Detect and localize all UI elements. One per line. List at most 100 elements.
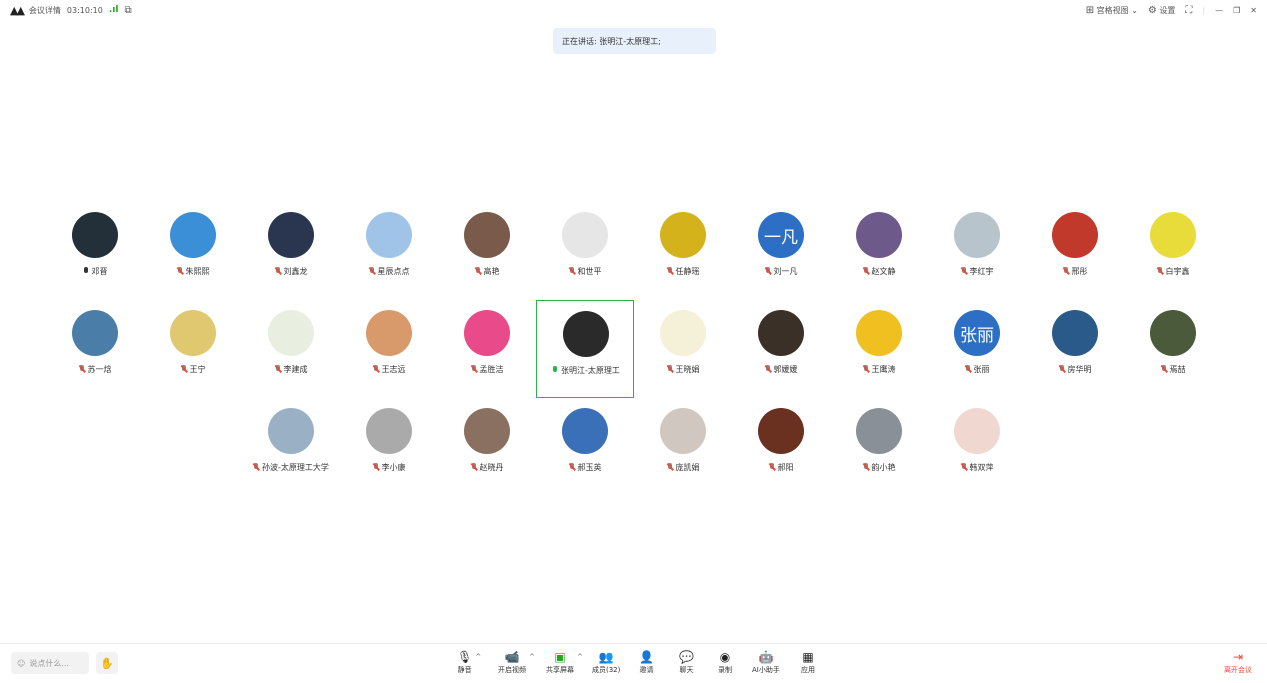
participant-name: 刘鑫龙 <box>283 267 308 276</box>
participant-tile[interactable]: 和世平 <box>536 202 634 300</box>
participant-tile[interactable]: 刘鑫龙 <box>242 202 340 300</box>
microphone-muted-icon <box>863 463 869 471</box>
participant-tile[interactable]: 房华明 <box>1026 300 1124 398</box>
camera-off-icon: 📹 <box>504 650 520 664</box>
participant-tile[interactable]: 郭媛媛 <box>732 300 830 398</box>
participant-tile[interactable]: 郝阳 <box>732 398 830 496</box>
microphone-muted-icon <box>1157 267 1163 275</box>
microphone-muted-icon <box>1161 365 1167 373</box>
invite-button[interactable]: 👤 邀请 <box>639 650 654 675</box>
participant-name-row: 李建成 <box>242 364 340 375</box>
record-button[interactable]: ◉ 录制 <box>718 650 732 675</box>
microphone-muted-icon <box>177 267 183 275</box>
participant-name-row: 赵文静 <box>830 266 928 277</box>
avatar <box>1150 310 1196 356</box>
chevron-up-icon[interactable]: ^ <box>475 653 481 661</box>
participant-tile[interactable]: 高艳 <box>438 202 536 300</box>
close-icon[interactable]: ✕ <box>1250 6 1257 15</box>
microphone-muted-icon <box>1059 365 1065 373</box>
participant-name-row: 焉喆 <box>1124 364 1222 375</box>
microphone-muted-icon <box>863 267 869 275</box>
participant-tile[interactable]: 孟胜洁 <box>438 300 536 398</box>
signal-icon[interactable]: .ıl <box>109 5 119 15</box>
share-screen-button[interactable]: ▣ 共享屏幕 ^ <box>546 650 583 675</box>
participant-tile[interactable]: 白宇鑫 <box>1124 202 1222 300</box>
participant-tile[interactable]: 李建成 <box>242 300 340 398</box>
participant-tile[interactable]: 王宁 <box>144 300 242 398</box>
chevron-up-icon[interactable]: ^ <box>529 653 535 661</box>
participant-tile[interactable]: 郝玉英 <box>536 398 634 496</box>
ai-assistant-button[interactable]: 🤖 AI小助手 <box>752 650 780 675</box>
gear-icon: ⚙ <box>1147 4 1157 16</box>
avatar <box>758 310 804 356</box>
participant-tile[interactable]: 邢彤 <box>1026 202 1124 300</box>
participant-tile[interactable]: 王鹰涛 <box>830 300 928 398</box>
participant-name-row: 张明江-太原理工 <box>537 365 635 376</box>
participant-tile[interactable]: 韩双萍 <box>928 398 1026 496</box>
participant-name: 韵小艳 <box>871 463 896 472</box>
chat-button[interactable]: 💬 聊天 <box>679 650 694 675</box>
settings-button[interactable]: ⚙ 设置 <box>1148 5 1176 16</box>
participant-name: 张丽 <box>973 365 990 374</box>
video-button[interactable]: 📹 开启视频 ^ <box>498 650 535 675</box>
chevron-up-icon[interactable]: ^ <box>577 653 583 661</box>
participant-name-row: 孙波-太原理工大学 <box>242 462 340 473</box>
grid-icon: ⊞ <box>1085 4 1095 16</box>
participant-name: 孙波-太原理工大学 <box>262 463 329 472</box>
chat-icon: 💬 <box>679 650 694 664</box>
fullscreen-icon[interactable]: ⛶ <box>1185 5 1192 16</box>
participant-tile[interactable]: 邓晋 <box>46 202 144 300</box>
microphone-icon <box>552 366 558 374</box>
hand-icon: ✋ <box>100 656 114 670</box>
participant-name-row: 邓晋 <box>46 266 144 277</box>
participant-tile[interactable]: 一凡 刘一凡 <box>732 202 830 300</box>
meeting-info-link[interactable]: 会议详情 <box>29 5 61 16</box>
microphone-muted-icon <box>667 463 673 471</box>
participant-name: 李红宇 <box>969 267 994 276</box>
participant-tile[interactable]: 李小康 <box>340 398 438 496</box>
participant-tile[interactable]: 张丽 张丽 <box>928 300 1026 398</box>
participant-name-row: 苏一焓 <box>46 364 144 375</box>
participant-name: 朱熙熙 <box>185 267 210 276</box>
avatar <box>856 408 902 454</box>
participant-tile[interactable]: 焉喆 <box>1124 300 1222 398</box>
participant-tile[interactable]: 赵文静 <box>830 202 928 300</box>
participant-tile[interactable]: 韵小艳 <box>830 398 928 496</box>
view-switch-button[interactable]: ⊞ 宫格视图 ⌄ <box>1086 5 1138 16</box>
participant-tile[interactable]: 苏一焓 <box>46 300 144 398</box>
quick-chat-input[interactable]: ☺ 说点什么... <box>11 652 89 674</box>
restore-icon[interactable]: ❐ <box>1233 6 1240 15</box>
avatar <box>758 408 804 454</box>
participant-tile[interactable]: 星辰点点 <box>340 202 438 300</box>
microphone-muted-icon <box>1063 267 1069 275</box>
avatar <box>268 310 314 356</box>
avatar <box>366 310 412 356</box>
microphone-muted-icon <box>253 463 259 471</box>
participant-name-row: 张丽 <box>928 364 1026 375</box>
participant-tile[interactable]: 孙波-太原理工大学 <box>242 398 340 496</box>
microphone-muted-icon <box>275 267 281 275</box>
participant-tile[interactable]: 王晓娟 <box>634 300 732 398</box>
minimize-icon[interactable]: — <box>1215 6 1223 15</box>
participant-tile[interactable]: 王志远 <box>340 300 438 398</box>
participant-name-row: 庞凯娟 <box>634 462 732 473</box>
raise-hand-button[interactable]: ✋ <box>96 652 118 674</box>
members-button[interactable]: 👥 成员(32) <box>592 650 620 675</box>
share-screen-icon: ▣ <box>554 650 566 664</box>
mute-button[interactable]: 🎙 静音 ^ <box>457 650 481 675</box>
external-link-icon[interactable]: ⧉ <box>124 5 131 16</box>
apps-button[interactable]: ▦ 应用 <box>801 650 815 675</box>
avatar <box>562 408 608 454</box>
participant-name-row: 刘鑫龙 <box>242 266 340 277</box>
participant-name: 孟胜洁 <box>479 365 504 374</box>
participant-tile[interactable]: 任静瑶 <box>634 202 732 300</box>
participant-tile[interactable]: 张明江-太原理工 <box>536 300 634 398</box>
participant-tile[interactable]: 赵晓丹 <box>438 398 536 496</box>
participant-tile[interactable]: 庞凯娟 <box>634 398 732 496</box>
participant-name-row: 郭媛媛 <box>732 364 830 375</box>
participant-tile[interactable]: 朱熙熙 <box>144 202 242 300</box>
participant-name-row: 刘一凡 <box>732 266 830 277</box>
leave-meeting-button[interactable]: ⇥ 离开会议 <box>1224 650 1252 675</box>
participant-tile[interactable]: 李红宇 <box>928 202 1026 300</box>
avatar <box>954 408 1000 454</box>
